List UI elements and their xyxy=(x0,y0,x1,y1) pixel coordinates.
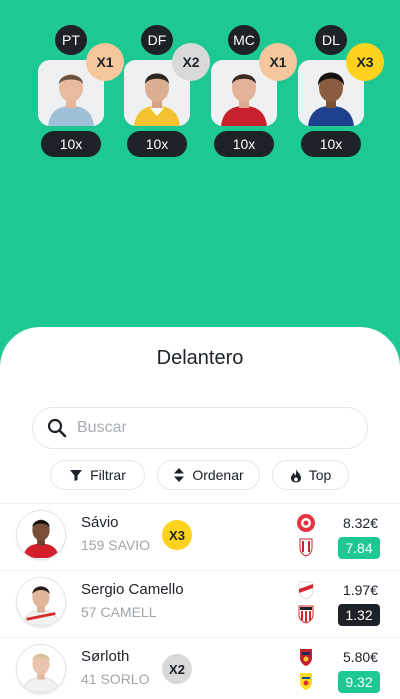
multiplier-badge: X2 xyxy=(162,654,192,684)
player-portrait-icon xyxy=(17,578,65,626)
athletic-crest-icon xyxy=(298,605,314,624)
search-box[interactable] xyxy=(32,407,368,449)
player-row[interactable]: Sørloth 41 SORLO X2 5.80€ 9.32 xyxy=(0,637,400,699)
player-code: 159 SAVIO xyxy=(81,537,151,553)
multiplier-badge: X1 xyxy=(86,43,124,81)
player-score: 9.32 xyxy=(338,671,380,693)
lineup-slot-midfielder[interactable]: MC X1 10x xyxy=(209,25,297,160)
filter-bar: Filtrar Ordenar Top xyxy=(0,460,400,490)
top-button[interactable]: Top xyxy=(272,460,349,490)
player-price: 5.80€ xyxy=(342,649,378,665)
player-price: 8.32€ xyxy=(342,515,378,531)
player-portrait-icon xyxy=(17,645,65,693)
sort-label: Ordenar xyxy=(192,467,244,483)
villarreal-crest-icon xyxy=(300,673,312,690)
filter-label: Filtrar xyxy=(90,467,126,483)
lineup: PT X1 10x DF X2 10x MC X1 10x DL X3 10x xyxy=(0,0,400,330)
player-price: 1.97€ xyxy=(342,582,378,598)
multiplier-badge: X3 xyxy=(162,520,192,550)
sort-arrows-icon xyxy=(174,468,185,482)
funnel-icon xyxy=(70,470,83,481)
lineup-slot-defender[interactable]: DF X2 10x xyxy=(122,25,210,160)
search-icon xyxy=(47,418,67,438)
position-badge: DF xyxy=(141,25,173,55)
position-badge: MC xyxy=(228,25,260,55)
player-code: 57 CAMELL xyxy=(81,604,157,620)
multiplier-badge: X3 xyxy=(346,43,384,81)
avatar xyxy=(16,577,66,627)
count-pill: 10x xyxy=(301,131,361,157)
player-code: 41 SORLO xyxy=(81,671,150,687)
player-score: 7.84 xyxy=(338,537,380,559)
player-name: Sergio Camello xyxy=(81,581,184,598)
lineup-slot-goalkeeper[interactable]: PT X1 10x xyxy=(36,25,124,160)
granada-crest-icon xyxy=(299,538,313,557)
avatar xyxy=(16,644,66,694)
count-pill: 10x xyxy=(214,131,274,157)
sheet-title: Delantero xyxy=(156,347,244,369)
top-label: Top xyxy=(308,467,332,483)
count-pill: 10x xyxy=(127,131,187,157)
rayo-crest-icon xyxy=(298,581,314,600)
lineup-slot-forward[interactable]: DL X3 10x xyxy=(296,25,384,160)
search-input[interactable] xyxy=(77,419,347,437)
player-list: Sávio 159 SAVIO X3 8.32€ 7.84 Sergio Cam… xyxy=(0,503,400,699)
osasuna-crest-icon xyxy=(300,649,312,666)
position-badge: PT xyxy=(55,25,87,55)
player-selection-sheet: Delantero Filtrar Ordenar Top xyxy=(0,327,400,699)
player-portrait-icon xyxy=(17,511,65,558)
flame-icon xyxy=(290,468,301,482)
player-name: Sávio xyxy=(81,514,119,531)
girona-crest-icon xyxy=(297,514,315,532)
player-row[interactable]: Sergio Camello 57 CAMELL 1.97€ 1.32 xyxy=(0,570,400,637)
filter-button[interactable]: Filtrar xyxy=(50,460,145,490)
player-name: Sørloth xyxy=(81,648,130,665)
multiplier-badge: X2 xyxy=(172,43,210,81)
avatar xyxy=(16,510,66,560)
position-badge: DL xyxy=(315,25,347,55)
player-score: 1.32 xyxy=(338,604,380,626)
multiplier-badge: X1 xyxy=(259,43,297,81)
count-pill: 10x xyxy=(41,131,101,157)
sort-button[interactable]: Ordenar xyxy=(157,460,260,490)
player-row[interactable]: Sávio 159 SAVIO X3 8.32€ 7.84 xyxy=(0,503,400,570)
